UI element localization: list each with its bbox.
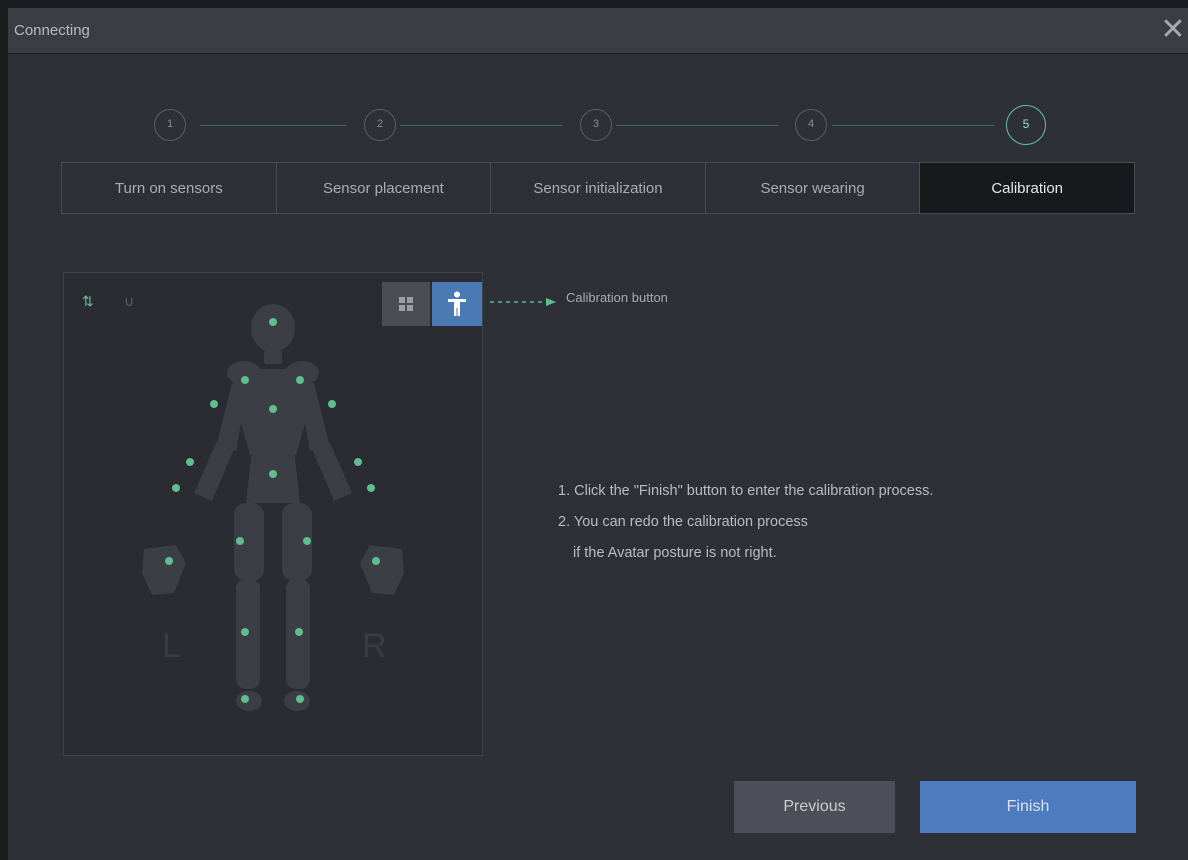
step-tabs: Turn on sensors Sensor placement Sensor … [61, 162, 1135, 214]
step-3-indicator: 3 [580, 109, 612, 141]
step-connector [400, 125, 562, 126]
step-4-indicator: 4 [795, 109, 827, 141]
step-connector [616, 125, 778, 126]
instruction-line-2: 2. You can redo the calibration process [558, 514, 808, 530]
instructions: 1. Click the "Finish" button to enter th… [558, 476, 933, 569]
left-side-label: L [162, 627, 181, 665]
avatar-panel: ⇅ ∪ L R [63, 272, 483, 756]
tab-sensor-placement[interactable]: Sensor placement [277, 163, 492, 213]
step-connector [832, 125, 994, 126]
step-connector [200, 125, 346, 126]
tab-turn-on-sensors[interactable]: Turn on sensors [62, 163, 277, 213]
right-side-label: R [362, 627, 387, 665]
step-progress: 1 2 3 4 5 [8, 8, 1188, 158]
step-2-indicator: 2 [364, 109, 396, 141]
callout-arrow [490, 298, 556, 306]
connecting-dialog: Connecting ✕ 1 2 3 4 5 Turn on sensors S… [8, 8, 1188, 860]
finish-button[interactable]: Finish [920, 781, 1136, 833]
step-1-indicator: 1 [154, 109, 186, 141]
instruction-line-1: 1. Click the "Finish" button to enter th… [558, 483, 934, 499]
avatar-figure: L R [142, 304, 404, 711]
calibration-button-callout: Calibration button [566, 290, 668, 305]
previous-button[interactable]: Previous [734, 781, 895, 833]
step-5-indicator: 5 [1006, 105, 1046, 145]
tab-sensor-wearing[interactable]: Sensor wearing [706, 163, 921, 213]
tab-sensor-initialization[interactable]: Sensor initialization [491, 163, 706, 213]
tab-calibration[interactable]: Calibration [920, 163, 1134, 213]
instruction-line-3: if the Avatar posture is not right. [573, 545, 777, 561]
